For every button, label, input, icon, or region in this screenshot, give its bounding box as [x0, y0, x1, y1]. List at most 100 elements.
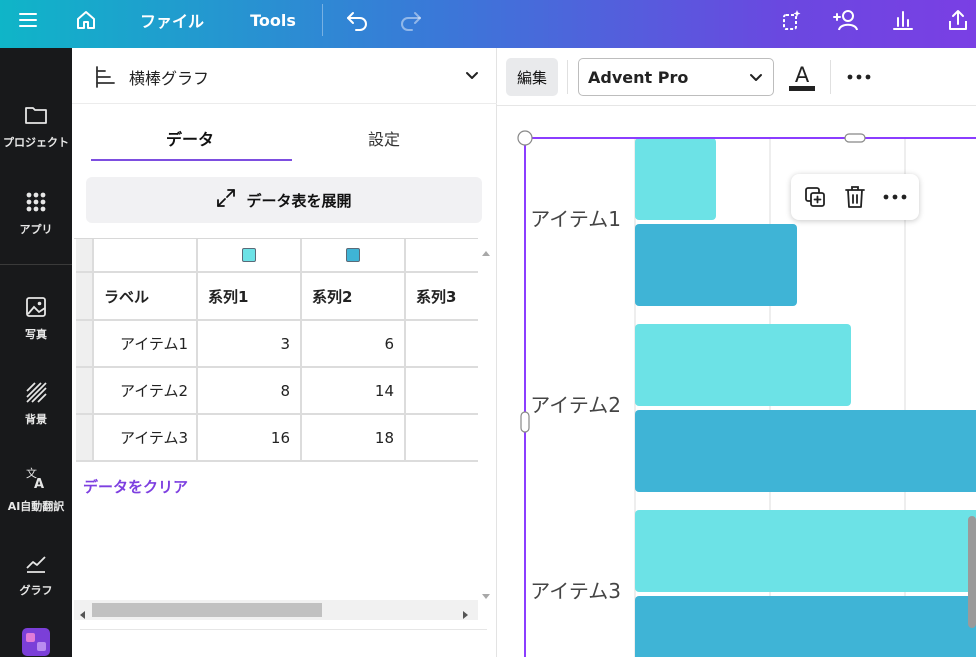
- rail-item-app-thumbnail[interactable]: [0, 628, 72, 657]
- toolbar-divider: [322, 4, 323, 36]
- more-options-icon[interactable]: [881, 183, 909, 211]
- series-1-color-cell[interactable]: [198, 239, 302, 273]
- left-rail: プロジェクト アプリ 写真 背景 文A AI自動翻訳 グラフ: [0, 48, 72, 657]
- value-cell[interactable]: 16: [198, 415, 302, 462]
- rail-item-photos[interactable]: 写真: [0, 296, 72, 342]
- active-tab-indicator: [91, 159, 292, 161]
- category-label[interactable]: アイテム1: [530, 207, 621, 231]
- resize-handle-corner[interactable]: [517, 130, 533, 146]
- file-menu[interactable]: ファイル: [134, 0, 210, 40]
- canvas-scrollbar[interactable]: [968, 516, 976, 628]
- chart-type-selector[interactable]: 横棒グラフ: [72, 48, 497, 104]
- rail-label: 写真: [25, 328, 47, 341]
- scroll-left-icon[interactable]: [78, 605, 86, 624]
- bar-2-2[interactable]: [635, 410, 976, 492]
- chart-panel: 横棒グラフ データ 設定 データ表を展開 ラベル 系列1 系列2 系列3 アイテ…: [72, 48, 497, 657]
- translate-icon: 文A: [25, 466, 47, 494]
- row-gutter: [76, 239, 94, 273]
- magic-resize-icon[interactable]: [774, 0, 808, 40]
- table-vertical-scrollbar[interactable]: [478, 238, 495, 620]
- series-2-color-cell[interactable]: [302, 239, 406, 273]
- value-cell[interactable]: [406, 368, 478, 415]
- expand-table-button[interactable]: データ表を展開: [86, 177, 482, 223]
- series-header[interactable]: 系列3: [406, 273, 478, 321]
- series-1-color-swatch[interactable]: [242, 248, 256, 262]
- undo-icon[interactable]: [340, 0, 374, 40]
- font-selector[interactable]: Advent Pro: [578, 58, 774, 96]
- toolbar-divider: [567, 60, 568, 94]
- rail-item-backgrounds[interactable]: 背景: [0, 381, 72, 427]
- rail-item-ai-translate[interactable]: 文A AI自動翻訳: [0, 466, 72, 514]
- redo-icon[interactable]: [394, 0, 428, 40]
- rail-label: グラフ: [19, 584, 53, 597]
- row-gutter: [76, 415, 94, 462]
- bar-2-1[interactable]: [635, 224, 797, 306]
- text-color-icon[interactable]: A: [787, 62, 817, 94]
- bar-1-1[interactable]: [635, 138, 716, 220]
- panel-tabs: データ 設定: [72, 104, 497, 162]
- row-label-cell[interactable]: アイテム3: [94, 415, 198, 462]
- category-label[interactable]: アイテム3: [530, 579, 621, 603]
- row-gutter: [76, 321, 94, 368]
- scroll-right-icon[interactable]: [462, 605, 470, 624]
- scroll-down-icon[interactable]: [481, 586, 491, 605]
- insights-chart-icon[interactable]: [886, 0, 920, 40]
- tab-data[interactable]: データ: [166, 126, 214, 150]
- label-header[interactable]: ラベル: [94, 273, 198, 321]
- folder-icon: [24, 104, 48, 130]
- resize-handle-top[interactable]: [844, 133, 866, 143]
- series-2-color-swatch[interactable]: [346, 248, 360, 262]
- rail-label: プロジェクト: [3, 136, 69, 149]
- series-header[interactable]: 系列2: [302, 273, 406, 321]
- top-bar: ファイル Tools: [0, 0, 976, 48]
- tab-settings[interactable]: 設定: [368, 126, 400, 150]
- trash-icon[interactable]: [841, 183, 869, 211]
- category-label[interactable]: アイテム2: [530, 393, 621, 417]
- value-cell[interactable]: 3: [198, 321, 302, 368]
- tools-menu[interactable]: Tools: [244, 0, 302, 40]
- editor-toolbar: 編集 Advent Pro A: [497, 48, 976, 106]
- menu-icon[interactable]: [8, 0, 48, 40]
- value-cell[interactable]: [406, 415, 478, 462]
- element-context-menu: [791, 174, 919, 220]
- bar-1-2[interactable]: [635, 324, 851, 406]
- row-gutter: [76, 368, 94, 415]
- expand-table-label: データ表を展開: [246, 191, 352, 210]
- editor-app: ファイル Tools プロジェクト アプリ 写真 背景 文 A AI自動翻訳 グ…: [0, 0, 976, 657]
- scroll-up-icon[interactable]: [481, 242, 491, 261]
- bar-1-3[interactable]: [635, 510, 976, 592]
- bar-2-3[interactable]: [635, 596, 976, 657]
- resize-handle-left[interactable]: [520, 411, 530, 433]
- panel-divider: [80, 629, 487, 630]
- chevron-down-icon: [749, 70, 763, 89]
- value-cell[interactable]: 6: [302, 321, 406, 368]
- upload-share-icon[interactable]: [940, 0, 976, 40]
- font-name: Advent Pro: [588, 67, 689, 87]
- more-options-icon[interactable]: [845, 66, 873, 88]
- rail-label: 背景: [25, 413, 47, 426]
- edit-button[interactable]: 編集: [506, 58, 558, 96]
- rail-divider: [0, 264, 72, 265]
- horizontal-bar-chart-icon: [94, 65, 118, 93]
- value-cell[interactable]: 18: [302, 415, 406, 462]
- table-horizontal-scrollbar[interactable]: [74, 600, 478, 620]
- duplicate-icon[interactable]: [801, 183, 829, 211]
- value-cell[interactable]: 14: [302, 368, 406, 415]
- home-icon[interactable]: [68, 0, 104, 40]
- rail-item-apps[interactable]: アプリ: [0, 191, 72, 237]
- series-3-color-cell[interactable]: [406, 239, 478, 273]
- share-people-icon[interactable]: [828, 0, 866, 40]
- rail-item-charts[interactable]: グラフ: [0, 552, 72, 598]
- series-header[interactable]: 系列1: [198, 273, 302, 321]
- row-label-cell[interactable]: アイテム1: [94, 321, 198, 368]
- value-cell[interactable]: 8: [198, 368, 302, 415]
- rail-item-projects[interactable]: プロジェクト: [0, 104, 72, 150]
- photo-icon: [25, 296, 47, 322]
- value-cell[interactable]: [406, 321, 478, 368]
- row-label-cell[interactable]: アイテム2: [94, 368, 198, 415]
- background-pattern-icon: [25, 381, 47, 407]
- horizontal-scroll-thumb[interactable]: [92, 603, 322, 617]
- apps-grid-icon: [25, 191, 47, 217]
- svg-text:A: A: [34, 477, 44, 490]
- clear-data-link[interactable]: データをクリア: [83, 476, 188, 497]
